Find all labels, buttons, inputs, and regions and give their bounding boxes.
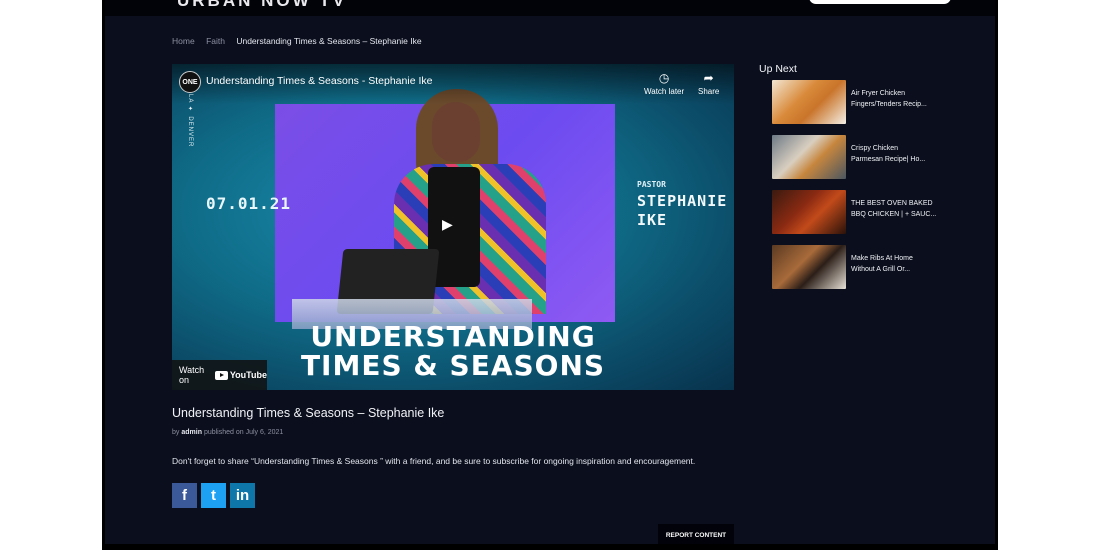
- speaker-name: STEPHANIE IKE: [637, 192, 727, 230]
- watch-later-label: Watch later: [644, 87, 685, 96]
- up-next-heading: Up Next: [759, 63, 797, 75]
- report-content-button[interactable]: REPORT CONTENT: [658, 524, 734, 544]
- breadcrumb: Home Faith Understanding Times & Seasons…: [172, 36, 431, 46]
- search-input[interactable]: [809, 0, 951, 4]
- up-next-item[interactable]: Air Fryer Chicken Fingers/Tenders Recip.…: [772, 80, 972, 124]
- up-next-item[interactable]: Make Ribs At Home Without A Grill Or...: [772, 245, 972, 289]
- video-player[interactable]: ONE Understanding Times & Seasons - Step…: [172, 64, 734, 390]
- post-byline: by admin published on July 6, 2021: [172, 429, 283, 436]
- up-next-title[interactable]: Crispy Chicken Parmesan Recipe| Ho...: [851, 144, 951, 165]
- up-next-thumbnail[interactable]: [772, 190, 846, 234]
- up-next-thumbnail[interactable]: [772, 245, 846, 289]
- up-next-title[interactable]: Air Fryer Chicken Fingers/Tenders Recip.…: [851, 89, 951, 110]
- side-brand: LA ✦ DENVER: [187, 94, 193, 148]
- clock-icon: ◷: [658, 71, 670, 85]
- up-next-title[interactable]: Make Ribs At Home Without A Grill Or...: [851, 254, 951, 275]
- linkedin-icon[interactable]: in: [230, 483, 255, 508]
- breadcrumb-home[interactable]: Home: [172, 36, 195, 46]
- breadcrumb-current: Understanding Times & Seasons – Stephani…: [236, 36, 422, 46]
- watch-later-button[interactable]: ◷ Watch later: [644, 71, 684, 96]
- youtube-logo: YouTube: [214, 370, 267, 380]
- post-description: Don't forget to share “Understanding Tim…: [172, 456, 696, 466]
- author-link[interactable]: admin: [181, 429, 202, 436]
- share-icon: ➦: [703, 71, 714, 85]
- up-next-title-line1: THE BEST OVEN BAKED: [851, 200, 933, 207]
- up-next-title[interactable]: THE BEST OVEN BAKED BBQ CHICKEN | + SAUC…: [851, 199, 951, 220]
- channel-logo[interactable]: ONE: [179, 71, 201, 93]
- up-next-title-line1: Air Fryer Chicken: [851, 90, 906, 97]
- up-next-title-line2: Fingers/Tenders Recip...: [851, 100, 927, 108]
- twitter-icon[interactable]: t: [201, 483, 226, 508]
- up-next-title-line2: Without A Grill Or...: [851, 265, 911, 273]
- breadcrumb-category[interactable]: Faith: [206, 36, 225, 46]
- published-date: published on July 6, 2021: [203, 429, 284, 436]
- up-next-item[interactable]: THE BEST OVEN BAKED BBQ CHICKEN | + SAUC…: [772, 190, 972, 234]
- site-header: URBAN NOW TV: [105, 0, 995, 16]
- share-button[interactable]: ➦ Share: [698, 71, 719, 96]
- play-icon[interactable]: ▶: [442, 216, 464, 238]
- pastor-label: PASTOR: [637, 180, 666, 189]
- up-next-title-line1: Make Ribs At Home: [851, 255, 913, 262]
- watch-on-label: Watch on: [179, 365, 205, 385]
- speaker-name-line1: STEPHANIE: [637, 192, 728, 210]
- up-next-thumbnail[interactable]: [772, 80, 846, 124]
- video-date: 07.01.21: [206, 194, 292, 213]
- facebook-icon[interactable]: f: [172, 483, 197, 508]
- speaker-face: [432, 102, 480, 162]
- youtube-label: YouTube: [229, 370, 267, 380]
- post-title: Understanding Times & Seasons – Stephani…: [172, 406, 445, 420]
- video-title[interactable]: Understanding Times & Seasons - Stephani…: [206, 75, 432, 87]
- up-next-item[interactable]: Crispy Chicken Parmesan Recipe| Ho...: [772, 135, 972, 179]
- up-next-title-line2: Parmesan Recipe| Ho...: [851, 155, 926, 163]
- youtube-icon: [214, 370, 228, 380]
- up-next-title-line2: BBQ CHICKEN | + SAUC...: [851, 210, 937, 218]
- big-title-line1: UNDERSTANDING: [310, 320, 596, 353]
- share-label: Share: [698, 87, 720, 96]
- watch-on-youtube-button[interactable]: Watch on YouTube: [172, 360, 267, 390]
- page: URBAN NOW TV Home Faith Understanding Ti…: [105, 0, 995, 544]
- site-logo[interactable]: URBAN NOW TV: [177, 0, 347, 11]
- speaker-name-line2: IKE: [637, 211, 668, 229]
- byline-by: by: [172, 429, 180, 436]
- up-next-thumbnail[interactable]: [772, 135, 846, 179]
- social-share: f t in: [172, 483, 255, 508]
- up-next-title-line1: Crispy Chicken: [851, 145, 899, 152]
